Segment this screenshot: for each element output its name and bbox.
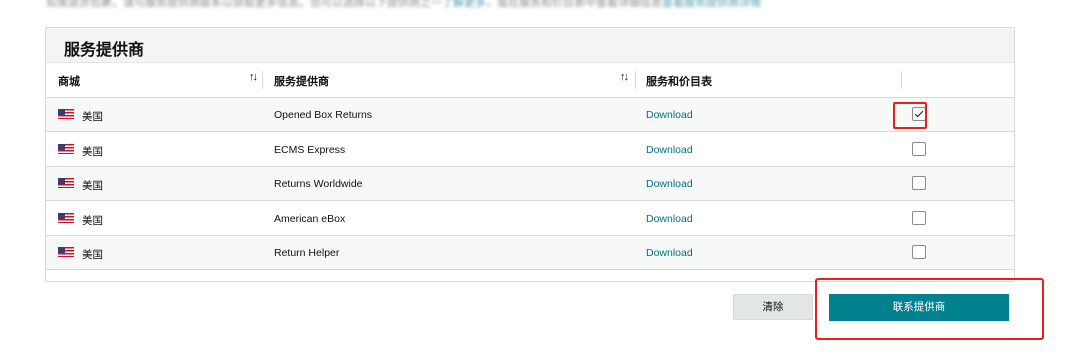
column-divider: [262, 71, 263, 89]
column-divider: [635, 71, 636, 89]
marketplace-cell: 美国: [82, 145, 103, 158]
table-row: 美国 Returns Worldwide Download: [46, 167, 1014, 201]
us-flag-icon: [58, 212, 74, 223]
learn-more-link[interactable]: 了解更多: [442, 0, 486, 8]
sort-marketplace-icon[interactable]: ↑↓: [249, 71, 258, 83]
column-header-provider[interactable]: 服务提供商: [274, 73, 329, 89]
provider-details-link[interactable]: 查看服务提供商详情: [662, 0, 761, 8]
us-flag-icon: [58, 143, 74, 154]
us-flag-icon: [58, 247, 74, 257]
select-provider-checkbox[interactable]: [912, 210, 926, 225]
service-provider-panel: 服务提供商 商城 ↑↓ 服务提供商 ↑↓ 服务和价目表 美国 Opened Box…: [45, 27, 1015, 282]
table-row: 美国 American eBox Download: [46, 202, 1014, 236]
provider-cell: Return Helper: [274, 247, 340, 259]
provider-cell: ECMS Express: [274, 143, 346, 156]
download-link[interactable]: Download: [646, 109, 693, 121]
panel-header: 服务提供商: [46, 28, 1014, 63]
panel-title: 服务提供商: [64, 42, 145, 59]
column-header-marketplace[interactable]: 商城: [58, 73, 80, 89]
download-link[interactable]: Download: [646, 178, 693, 190]
marketplace-cell: 美国: [82, 249, 103, 261]
intro-text-part: ，或在服务和价目表中查看详细信息: [486, 0, 662, 8]
marketplace-cell: 美国: [82, 111, 103, 123]
intro-text: 如需退货包裹，请与服务提供商联系以获取更多信息。您可以选择以下提供商之一了解更多…: [46, 0, 1046, 8]
select-provider-checkbox[interactable]: [912, 141, 926, 156]
marketplace-cell: 美国: [82, 214, 103, 227]
provider-cell: Opened Box Returns: [274, 109, 373, 121]
us-flag-icon: [58, 109, 74, 119]
select-provider-checkbox[interactable]: [912, 176, 926, 190]
highlight-box-checkbox: [893, 102, 927, 129]
provider-cell: American eBox: [274, 212, 346, 225]
table-header: 商城 ↑↓ 服务提供商 ↑↓ 服务和价目表: [46, 63, 1014, 98]
download-link[interactable]: Download: [646, 144, 693, 156]
table-row: 美国 ECMS Express Download: [46, 133, 1014, 167]
provider-cell: Returns Worldwide: [274, 178, 363, 190]
download-link[interactable]: Download: [646, 213, 693, 225]
marketplace-cell: 美国: [82, 180, 103, 192]
sort-provider-icon[interactable]: ↑↓: [620, 71, 629, 83]
download-link[interactable]: Download: [646, 247, 693, 259]
intro-text-part: 如需退货包裹，请与服务提供商联系以获取更多信息。您可以选择以下提供商之一: [46, 0, 442, 8]
column-header-rates: 服务和价目表: [646, 76, 712, 88]
table-row: 美国 Opened Box Returns Download: [46, 98, 1014, 132]
clear-button[interactable]: 清除: [733, 294, 813, 320]
select-provider-checkbox[interactable]: [912, 245, 926, 259]
highlight-box-contact: [815, 278, 1044, 340]
table-row: 美国 Return Helper Download: [46, 236, 1014, 270]
us-flag-icon: [58, 178, 74, 188]
column-divider: [901, 71, 902, 89]
